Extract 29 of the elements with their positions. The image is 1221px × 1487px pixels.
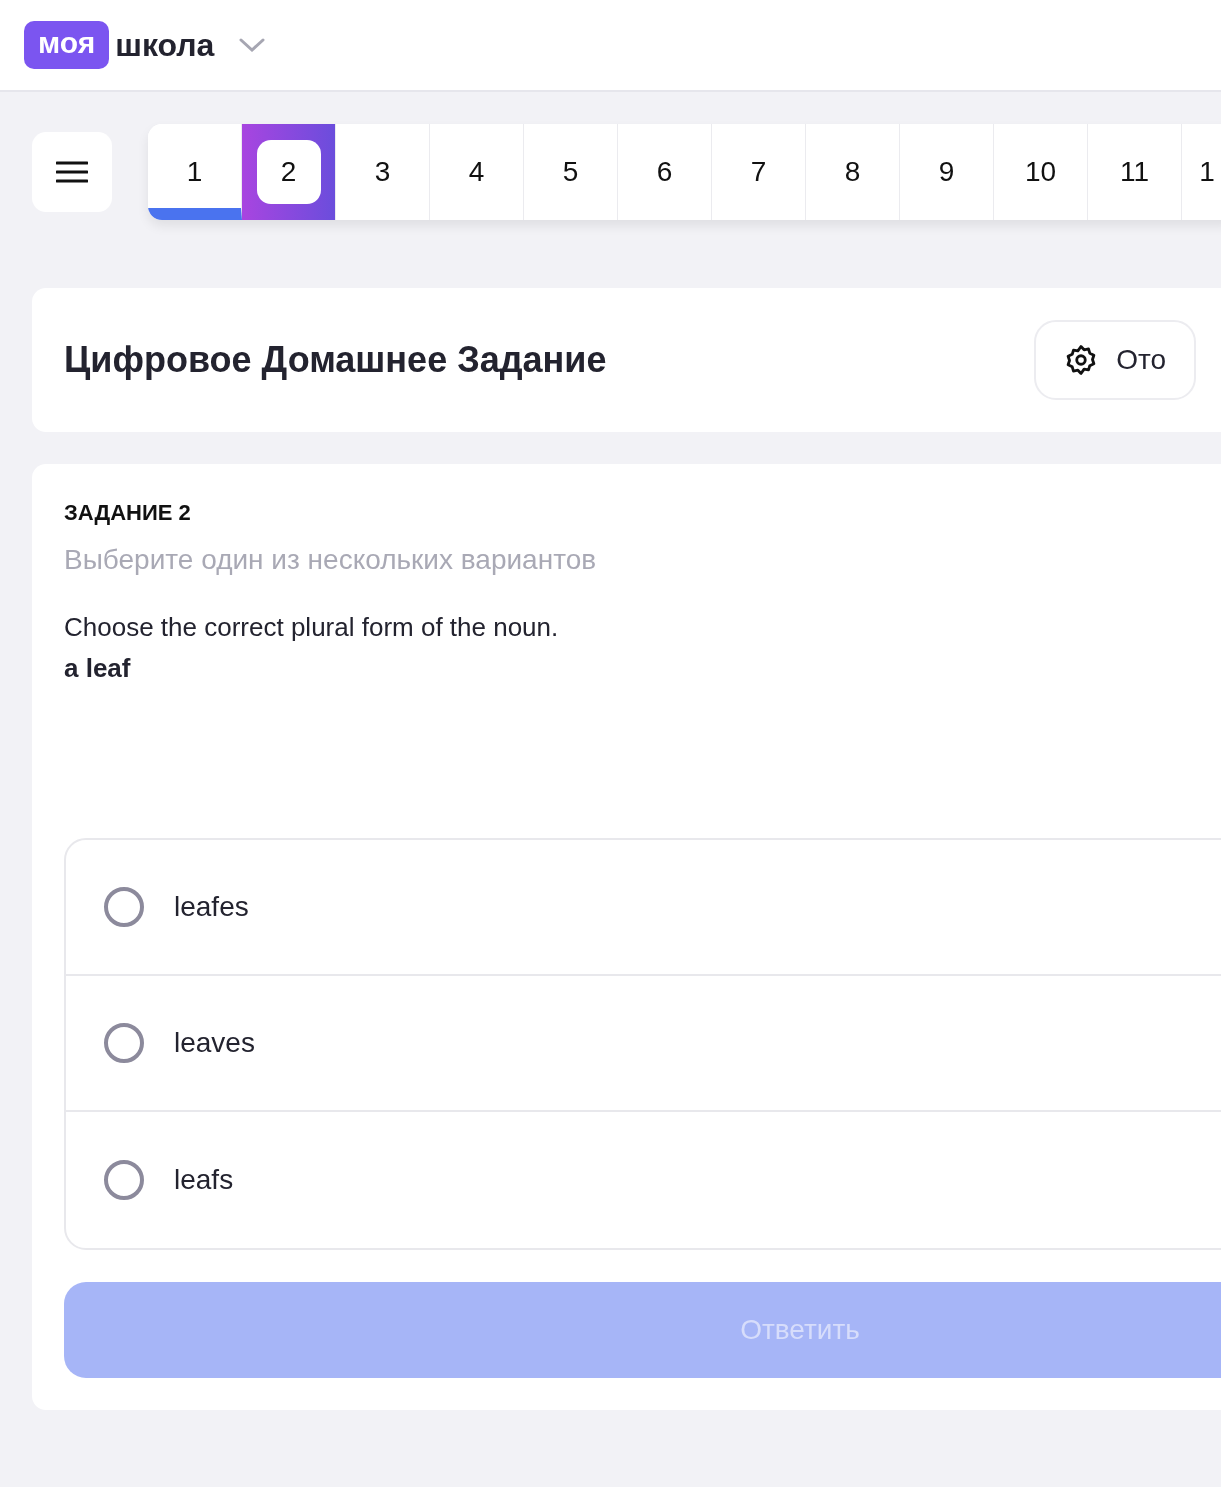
settings-button[interactable]: Ото	[1034, 320, 1196, 400]
question-tab[interactable]: 7	[712, 124, 806, 220]
question-tab[interactable]: 1	[1182, 124, 1221, 220]
question-tab[interactable]: 10	[994, 124, 1088, 220]
task-heading: ЗАДАНИЕ 2	[64, 500, 192, 526]
question-word: a leaf	[64, 653, 132, 684]
option-label[interactable]: leafs	[174, 1164, 234, 1196]
radio-button[interactable]	[104, 887, 144, 927]
logo-text: школа	[115, 26, 215, 64]
question-tab[interactable]: 11	[1088, 124, 1182, 220]
question-tab[interactable]: 4	[430, 124, 524, 220]
task-instruction: Выберите один из нескольких вариантов	[64, 544, 598, 576]
option-label[interactable]: leaves	[174, 1027, 255, 1059]
chevron-down-icon[interactable]	[238, 37, 267, 53]
question-tab[interactable]: 5	[524, 124, 618, 220]
question-tab[interactable]: 8	[806, 124, 900, 220]
question-tab[interactable]: 3	[336, 124, 430, 220]
question-tab[interactable]: 9	[900, 124, 994, 220]
radio-button[interactable]	[104, 1023, 144, 1063]
radio-button[interactable]	[104, 1160, 144, 1200]
question-tab[interactable]: 6	[618, 124, 712, 220]
question-text: Choose the correct plural form of the noun.	[64, 612, 560, 643]
option-label[interactable]: leafes	[174, 891, 249, 923]
menu-icon	[56, 161, 88, 183]
question-tab[interactable]: 1	[148, 124, 242, 220]
menu-button[interactable]	[32, 132, 112, 212]
question-tab[interactable]: 2	[242, 124, 336, 220]
page-title: Цифровое Домашнее Задание	[64, 339, 607, 381]
logo-badge: моя	[24, 21, 110, 69]
